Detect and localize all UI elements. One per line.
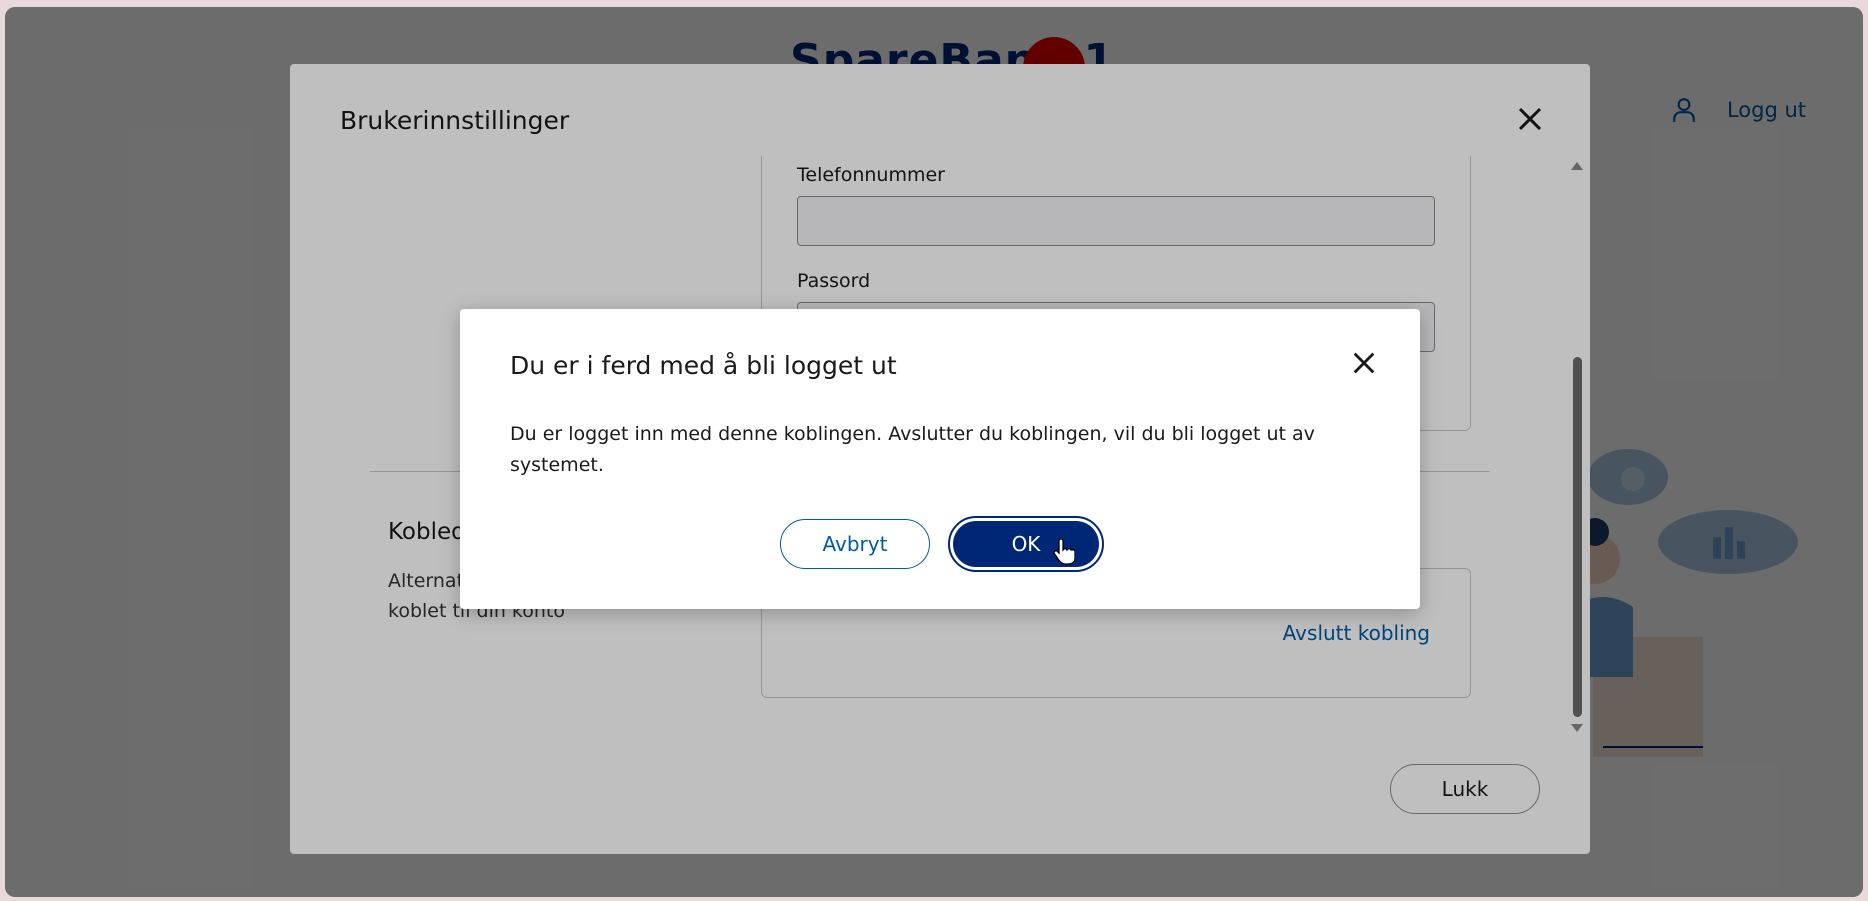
dialog-message: Du er logget inn med denne koblingen. Av… bbox=[510, 423, 1315, 476]
browser-viewport: SpareBank 1 Logg ut Brukerinnstillinger bbox=[5, 7, 1863, 897]
ok-button-label: OK bbox=[953, 521, 1099, 567]
cancel-button[interactable]: Avbryt bbox=[780, 519, 930, 569]
dialog-title: Du er i ferd med å bli logget ut bbox=[510, 351, 897, 380]
logout-confirm-dialog: Du er i ferd med å bli logget ut Du er l… bbox=[460, 309, 1420, 609]
close-icon[interactable] bbox=[1350, 349, 1378, 377]
ok-button[interactable]: OK bbox=[948, 516, 1104, 572]
